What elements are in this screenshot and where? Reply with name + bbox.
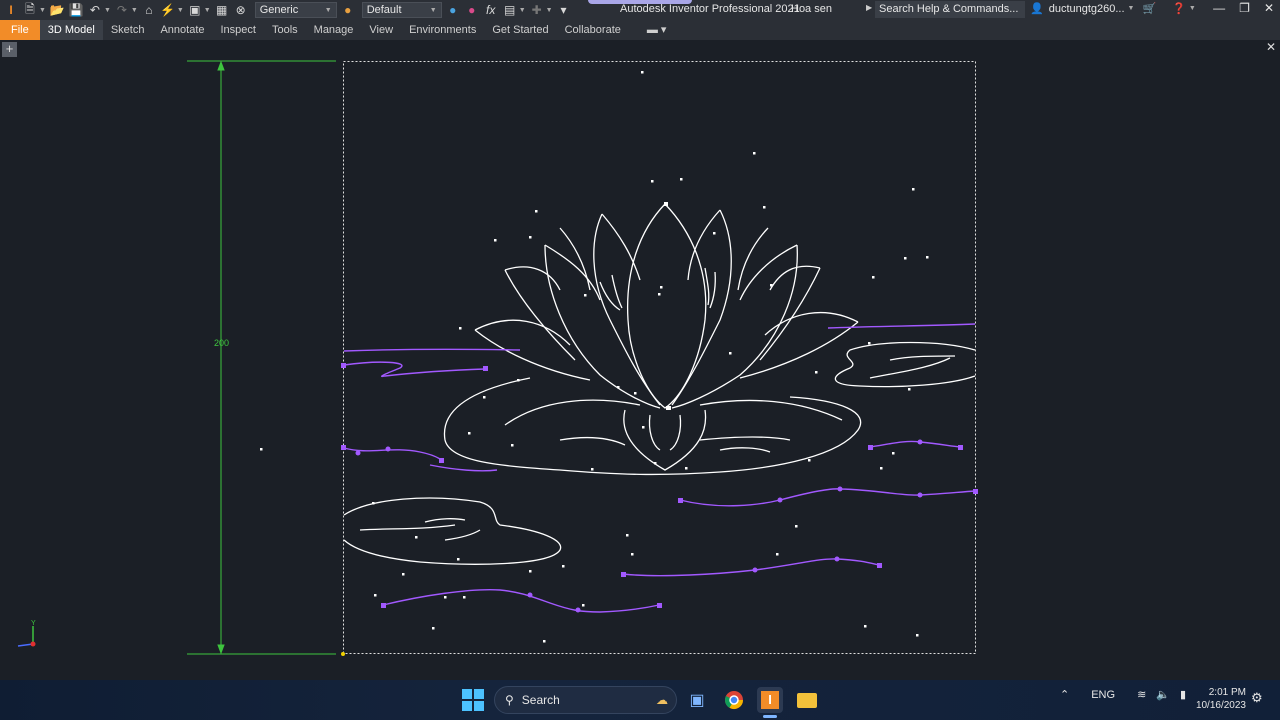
taskbar-search-box[interactable]: ⚲ Search ☁ (494, 686, 677, 714)
tab-file[interactable]: File (0, 20, 40, 40)
save-icon[interactable]: 💾 (68, 2, 84, 18)
graphics-window[interactable]: Y (0, 40, 1280, 680)
material-select[interactable]: Generic ▼ (254, 2, 337, 18)
user-account[interactable]: 👤 ductungtg260... ▼ 🛒 ❓ ▼ (1030, 2, 1196, 16)
cart-icon[interactable]: 🛒 (1142, 2, 1156, 15)
app-title: Autodesk Inventor Professional 2021 (620, 3, 800, 15)
notification-icon[interactable]: ⚙ (1251, 690, 1263, 706)
sketch-canvas[interactable]: Y (0, 40, 1280, 680)
taskbar-file-explorer-icon[interactable] (794, 687, 820, 713)
adjust-appearance-icon[interactable]: ● (445, 2, 461, 18)
taskbar-chrome-icon[interactable] (721, 687, 747, 713)
restore-icon[interactable]: ❐ (1239, 1, 1250, 15)
tab-collaborate[interactable]: Collaborate (557, 20, 629, 40)
search-highlight-icon: ☁ (656, 693, 668, 707)
chrome-logo-icon (725, 691, 743, 710)
add-icon[interactable]: ✚ (529, 2, 545, 18)
lily-pad-main[interactable] (443, 377, 862, 476)
document-title: Hoa sen (791, 3, 832, 15)
help-icon[interactable]: ❓ (1172, 2, 1186, 15)
new-dropdown-icon[interactable]: ▼ (39, 7, 46, 14)
tab-sketch[interactable]: Sketch (103, 20, 153, 40)
help-dropdown-icon[interactable]: ▼ (1189, 5, 1196, 12)
volume-icon[interactable]: 🔈 (1156, 688, 1170, 701)
taskbar-search-label: Search (521, 693, 560, 707)
material-value: Generic (259, 4, 299, 16)
minimize-icon[interactable]: — (1213, 1, 1225, 15)
inventor-window: I 🗎 ▼ 📂 💾 ↶ ▼ ↷ ▼ ⌂ ⚡ ▼ ▣ ▼ ▦ ⊗ Generic ▼ ● De… (0, 0, 1280, 720)
update-icon[interactable]: ⚡ (160, 2, 176, 18)
chevron-up-icon[interactable]: ⌃ (1060, 688, 1069, 701)
select-icon[interactable]: ▣ (187, 2, 203, 18)
update-dropdown-icon[interactable]: ▼ (177, 7, 184, 14)
appearance-value: Default (366, 4, 402, 16)
search-help-input[interactable]: Search Help & Commands... (875, 1, 1025, 18)
taskbar-inventor-icon[interactable]: I (757, 687, 783, 713)
appearance-select[interactable]: Default ▼ (361, 2, 442, 18)
redo-icon[interactable]: ↷ (114, 2, 130, 18)
inventor-logo-icon[interactable]: I (3, 2, 19, 18)
chevron-down-icon: ▼ (1127, 5, 1135, 12)
battery-icon[interactable]: ▮ (1180, 688, 1186, 701)
redo-dropdown-icon[interactable]: ▼ (131, 7, 138, 14)
wifi-icon[interactable]: ≋ (1137, 688, 1146, 701)
lily-pad-right[interactable] (834, 341, 976, 388)
tab-get-started[interactable]: Get Started (484, 20, 556, 40)
view-triad-icon: Y (17, 620, 36, 647)
ribbon-display-options-icon[interactable]: ▬ ▾ (629, 20, 675, 40)
dimension-value[interactable]: 200 (214, 338, 229, 348)
open-folder-icon[interactable]: 📂 (49, 2, 65, 18)
undo-icon[interactable]: ↶ (87, 2, 103, 18)
ilogic-dropdown-icon[interactable]: ▼ (519, 7, 526, 14)
ribbon-tabs: File 3D Model Sketch Annotate Inspect To… (0, 20, 1280, 40)
add-dropdown-icon[interactable]: ▼ (546, 7, 553, 14)
select-dropdown-icon[interactable]: ▼ (204, 7, 211, 14)
window-controls: — ❐ ✕ (1213, 1, 1274, 15)
tab-annotate[interactable]: Annotate (152, 20, 212, 40)
sketch-points[interactable] (260, 71, 929, 643)
start-windows-icon[interactable] (462, 689, 484, 711)
ilogic-icon[interactable]: ▤ (502, 2, 518, 18)
close-sketch-icon[interactable]: ⊗ (233, 2, 249, 18)
tab-3d-model[interactable]: 3D Model (39, 20, 103, 40)
customize-toolbar-icon[interactable]: ▾ (556, 2, 572, 18)
user-name: ductungtg260... (1048, 2, 1125, 15)
tab-manage[interactable]: Manage (306, 20, 362, 40)
folder-icon (797, 692, 817, 708)
search-expand-icon[interactable]: ▶ (866, 3, 872, 12)
tab-tools[interactable]: Tools (264, 20, 306, 40)
new-file-icon[interactable]: 🗎 (22, 2, 38, 18)
close-document-icon[interactable]: ✕ (1266, 40, 1276, 54)
undo-dropdown-icon[interactable]: ▼ (104, 7, 111, 14)
clock-date: 10/16/2023 (1195, 700, 1246, 711)
fx-parameters-icon[interactable]: fx (483, 2, 499, 18)
clock-time: 2:01 PM (1208, 687, 1246, 698)
search-icon: ⚲ (505, 693, 514, 707)
origin-point[interactable] (341, 652, 345, 656)
lily-pad-left[interactable] (343, 497, 562, 565)
chevron-down-icon: ▼ (324, 6, 332, 14)
home-icon[interactable]: ⌂ (141, 2, 157, 18)
tab-inspect[interactable]: Inspect (213, 20, 264, 40)
color-wheel-icon[interactable]: ● (340, 2, 356, 18)
language-indicator[interactable]: ENG (1091, 689, 1115, 701)
system-clock[interactable]: 2:01 PM 10/16/2023 (1190, 686, 1246, 712)
lotus-flower[interactable] (474, 203, 859, 471)
tab-environments[interactable]: Environments (401, 20, 484, 40)
inventor-app-icon: I (761, 691, 779, 709)
svg-text:Y: Y (31, 620, 36, 627)
inventor-active-indicator (763, 715, 777, 718)
close-icon[interactable]: ✕ (1264, 1, 1274, 15)
new-tab-button[interactable]: + (2, 42, 17, 57)
user-icon: 👤 (1030, 3, 1044, 15)
chevron-down-icon: ▼ (429, 6, 437, 14)
taskbar-photos-icon[interactable]: ▣ (684, 687, 710, 713)
tab-view[interactable]: View (361, 20, 401, 40)
vertical-dimension[interactable] (187, 60, 336, 655)
measure-icon[interactable]: ▦ (214, 2, 230, 18)
system-tray: ⌃ ENG ≋ 🔈 ▮ (1060, 688, 1186, 702)
clear-appearance-icon[interactable]: ● (464, 2, 480, 18)
